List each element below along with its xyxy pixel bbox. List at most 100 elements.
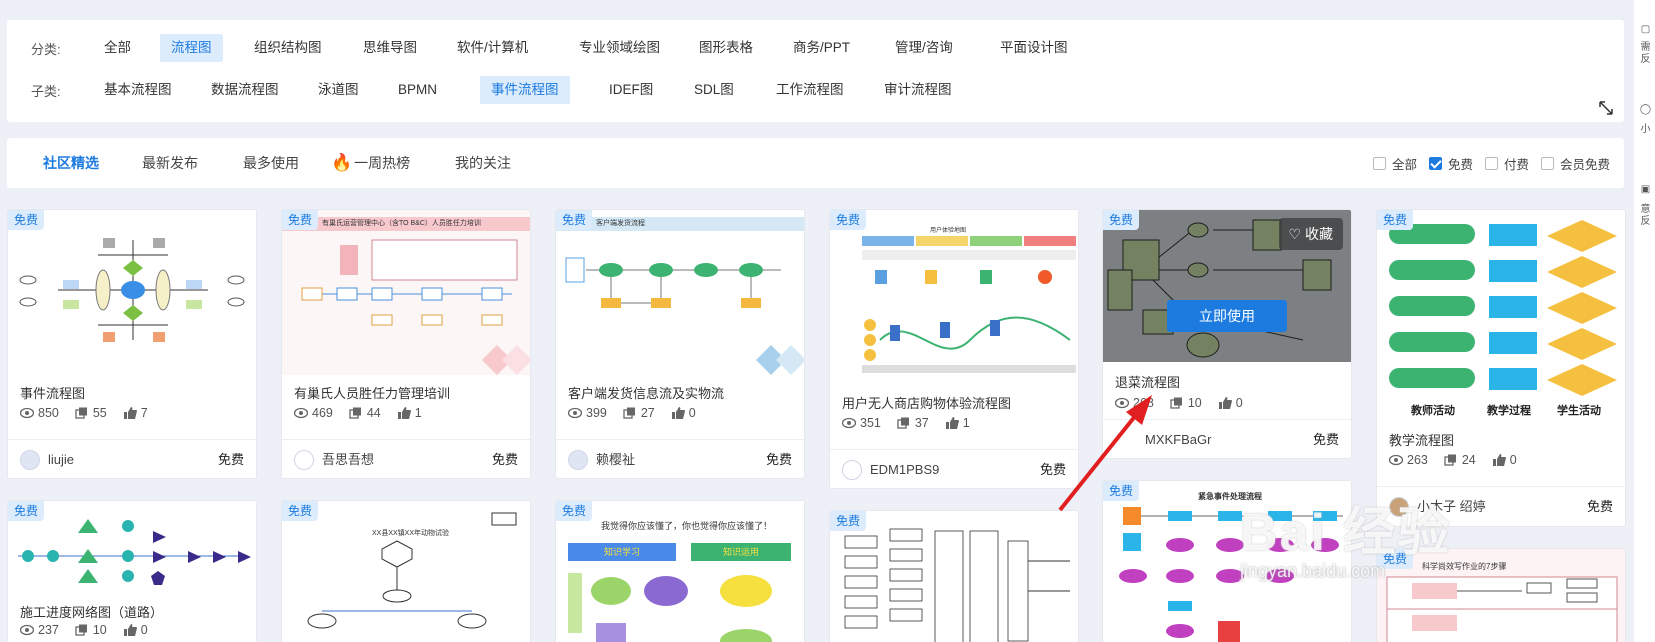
subcategory-audit[interactable]: 审计流程图 bbox=[873, 76, 963, 104]
card-thumbnail[interactable] bbox=[8, 210, 256, 375]
card-title[interactable]: 用户无人商店购物体验流程图 bbox=[842, 393, 1011, 412]
column-label: 学生活动 bbox=[1557, 405, 1601, 417]
comments-stat: 44 bbox=[349, 406, 381, 420]
subcategory-sdl[interactable]: SDL图 bbox=[683, 76, 745, 104]
subcategory-basic[interactable]: 基本流程图 bbox=[93, 76, 183, 104]
tab-most-used[interactable]: 最多使用 bbox=[243, 138, 299, 188]
avatar[interactable] bbox=[294, 450, 314, 470]
copy-icon bbox=[75, 624, 87, 636]
checkbox-free[interactable] bbox=[1428, 156, 1442, 170]
subcategory-event[interactable]: 事件流程图 bbox=[480, 76, 570, 104]
subcategory-idef[interactable]: IDEF图 bbox=[598, 76, 664, 104]
tab-weekly-hot[interactable]: 🔥 一周热榜 bbox=[331, 138, 410, 188]
filter-free[interactable]: 免费 bbox=[1428, 154, 1473, 173]
card-title[interactable]: 教学流程图 bbox=[1389, 430, 1454, 449]
price-filter-group: 全部 免费 付费 会员免费 bbox=[1361, 138, 1610, 188]
card-thumbnail[interactable]: 用户体验地图 bbox=[830, 210, 1078, 385]
tab-latest[interactable]: 最新发布 bbox=[142, 138, 198, 188]
author-name[interactable]: 赖樱祉 bbox=[596, 440, 635, 478]
price-label: 免费 bbox=[1039, 462, 1066, 477]
free-badge: 免费 bbox=[1377, 210, 1414, 230]
category-software[interactable]: 软件/计算机 bbox=[446, 34, 539, 62]
template-card[interactable]: XX县XX镇XX年动物试验 免费 bbox=[281, 500, 531, 642]
category-graphic-table[interactable]: 图形表格 bbox=[688, 34, 764, 62]
category-all[interactable]: 全部 bbox=[93, 34, 142, 62]
card-title[interactable]: 施工进度网络图（道路） bbox=[20, 602, 163, 621]
collect-button[interactable]: ♡ 收藏 bbox=[1278, 218, 1343, 250]
card-thumbnail[interactable]: 客户端发货流程 bbox=[556, 210, 804, 375]
template-card[interactable]: 我觉得你应该懂了，你也觉得你应该懂了！ 知识学习 知识运用 免费 bbox=[555, 500, 805, 642]
likes-stat: 0 bbox=[671, 406, 696, 420]
thumbs-up-icon bbox=[1218, 397, 1232, 409]
copy-icon bbox=[75, 407, 87, 419]
filter-member-free[interactable]: 会员免费 bbox=[1540, 154, 1610, 173]
template-card[interactable]: 免费 bbox=[829, 510, 1079, 642]
rail-label[interactable]: 意反 bbox=[1636, 204, 1655, 228]
rail-label[interactable]: 需反 bbox=[1636, 42, 1655, 66]
card-stats: 351 37 1 bbox=[842, 416, 986, 430]
help-icon[interactable]: ◯ bbox=[1636, 104, 1655, 116]
subcategory-workflow[interactable]: 工作流程图 bbox=[765, 76, 855, 104]
use-now-button[interactable]: 立即使用 bbox=[1167, 300, 1287, 332]
expand-arrows-icon[interactable] bbox=[1598, 100, 1614, 116]
card-title[interactable]: 有巢氏人员胜任力管理培训 bbox=[294, 383, 450, 402]
card-title[interactable]: 退菜流程图 bbox=[1115, 372, 1180, 391]
eye-icon bbox=[294, 407, 308, 419]
category-org-chart[interactable]: 组织结构图 bbox=[243, 34, 333, 62]
card-thumbnail[interactable]: 我觉得你应该懂了，你也觉得你应该懂了！ 知识学习 知识运用 bbox=[556, 501, 804, 642]
feedback-icon[interactable]: ▢ bbox=[1636, 24, 1655, 36]
card-stats: 237 10 0 bbox=[20, 623, 164, 637]
checkbox-paid[interactable] bbox=[1484, 156, 1498, 170]
avatar[interactable] bbox=[842, 460, 862, 480]
card-thumbnail[interactable] bbox=[8, 501, 256, 596]
author-name[interactable]: liujie bbox=[48, 440, 74, 478]
tab-following[interactable]: 我的关注 bbox=[455, 138, 511, 188]
filter-free-label: 免费 bbox=[1447, 157, 1473, 172]
comments-stat: 24 bbox=[1444, 453, 1476, 467]
eye-icon bbox=[842, 417, 856, 429]
author-name[interactable]: EDM1PBS9 bbox=[870, 450, 939, 488]
template-card-hovered[interactable]: 免费 ♡ 收藏 立即使用 退菜流程图 268 10 0 MXKFBaGr 免费 bbox=[1102, 209, 1352, 459]
category-professional[interactable]: 专业领域绘图 bbox=[568, 34, 671, 62]
filter-all[interactable]: 全部 bbox=[1372, 154, 1417, 173]
card-thumbnail[interactable]: 教师活动 教学过程 学生活动 bbox=[1377, 210, 1625, 422]
edit-icon[interactable]: ▣ bbox=[1636, 184, 1655, 196]
tab-bar: 社区精选 最新发布 最多使用 🔥 一周热榜 我的关注 全部 免费 付费 会员免费 bbox=[7, 138, 1624, 188]
checkbox-member-free[interactable] bbox=[1540, 156, 1554, 170]
template-card[interactable]: 客户端发货流程 免费 客户端发货信息流及实物流 399 27 0 赖樱祉 免费 bbox=[555, 209, 805, 479]
views-stat: 268 bbox=[1115, 396, 1154, 410]
price-label: 免费 bbox=[765, 452, 792, 467]
checkbox-all[interactable] bbox=[1372, 156, 1386, 170]
subcategory-swimlane[interactable]: 泳道图 bbox=[307, 76, 370, 104]
card-thumbnail[interactable]: XX县XX镇XX年动物试验 bbox=[282, 501, 530, 642]
category-flowchart[interactable]: 流程图 bbox=[160, 34, 223, 62]
template-card[interactable]: 免费 事件流程图 850 55 7 liujie 免费 bbox=[7, 209, 257, 479]
author-name[interactable]: 吾思吾想 bbox=[322, 440, 374, 478]
author-name[interactable]: MXKFBaGr bbox=[1145, 420, 1211, 458]
card-thumbnail[interactable]: 有巢氏运营管理中心（含TO B&C）人员胜任力培训 bbox=[282, 210, 530, 375]
category-graphic-design[interactable]: 平面设计图 bbox=[989, 34, 1079, 62]
template-card[interactable]: 免费 施工进度网络图（道路） 237 10 0 bbox=[7, 500, 257, 642]
avatar[interactable] bbox=[20, 450, 40, 470]
column-label: 教学过程 bbox=[1487, 405, 1531, 417]
card-title[interactable]: 事件流程图 bbox=[20, 383, 85, 402]
card-stats: 263 24 0 bbox=[1389, 453, 1533, 467]
category-mind-map[interactable]: 思维导图 bbox=[352, 34, 428, 62]
category-management[interactable]: 管理/咨询 bbox=[884, 34, 964, 62]
card-thumbnail[interactable] bbox=[830, 511, 1078, 642]
subcategory-dataflow[interactable]: 数据流程图 bbox=[200, 76, 290, 104]
category-business-ppt[interactable]: 商务/PPT bbox=[782, 34, 861, 62]
filter-member-free-label: 会员免费 bbox=[1559, 157, 1610, 172]
avatar[interactable] bbox=[568, 450, 588, 470]
filter-panel: 分类: 全部 流程图 组织结构图 思维导图 软件/计算机 专业领域绘图 图形表格… bbox=[7, 20, 1624, 122]
comments-stat: 27 bbox=[623, 406, 655, 420]
card-title[interactable]: 客户端发货信息流及实物流 bbox=[568, 383, 724, 402]
tab-community-picks[interactable]: 社区精选 bbox=[43, 138, 99, 188]
template-card[interactable]: 教师活动 教学过程 学生活动 免费 教学流程图 263 24 0 小木子 绍婷 … bbox=[1376, 209, 1626, 527]
filter-paid[interactable]: 付费 bbox=[1484, 154, 1529, 173]
copy-icon bbox=[1444, 454, 1456, 466]
template-card[interactable]: 有巢氏运营管理中心（含TO B&C）人员胜任力培训 免费 有巢氏人员胜任力管理培… bbox=[281, 209, 531, 479]
rail-label[interactable]: 小 bbox=[1636, 124, 1655, 136]
subcategory-bpmn[interactable]: BPMN bbox=[387, 76, 448, 104]
template-card[interactable]: 用户体验地图 免费 用户无人商店购物体验流程图 351 37 1 EDM1PBS… bbox=[829, 209, 1079, 489]
